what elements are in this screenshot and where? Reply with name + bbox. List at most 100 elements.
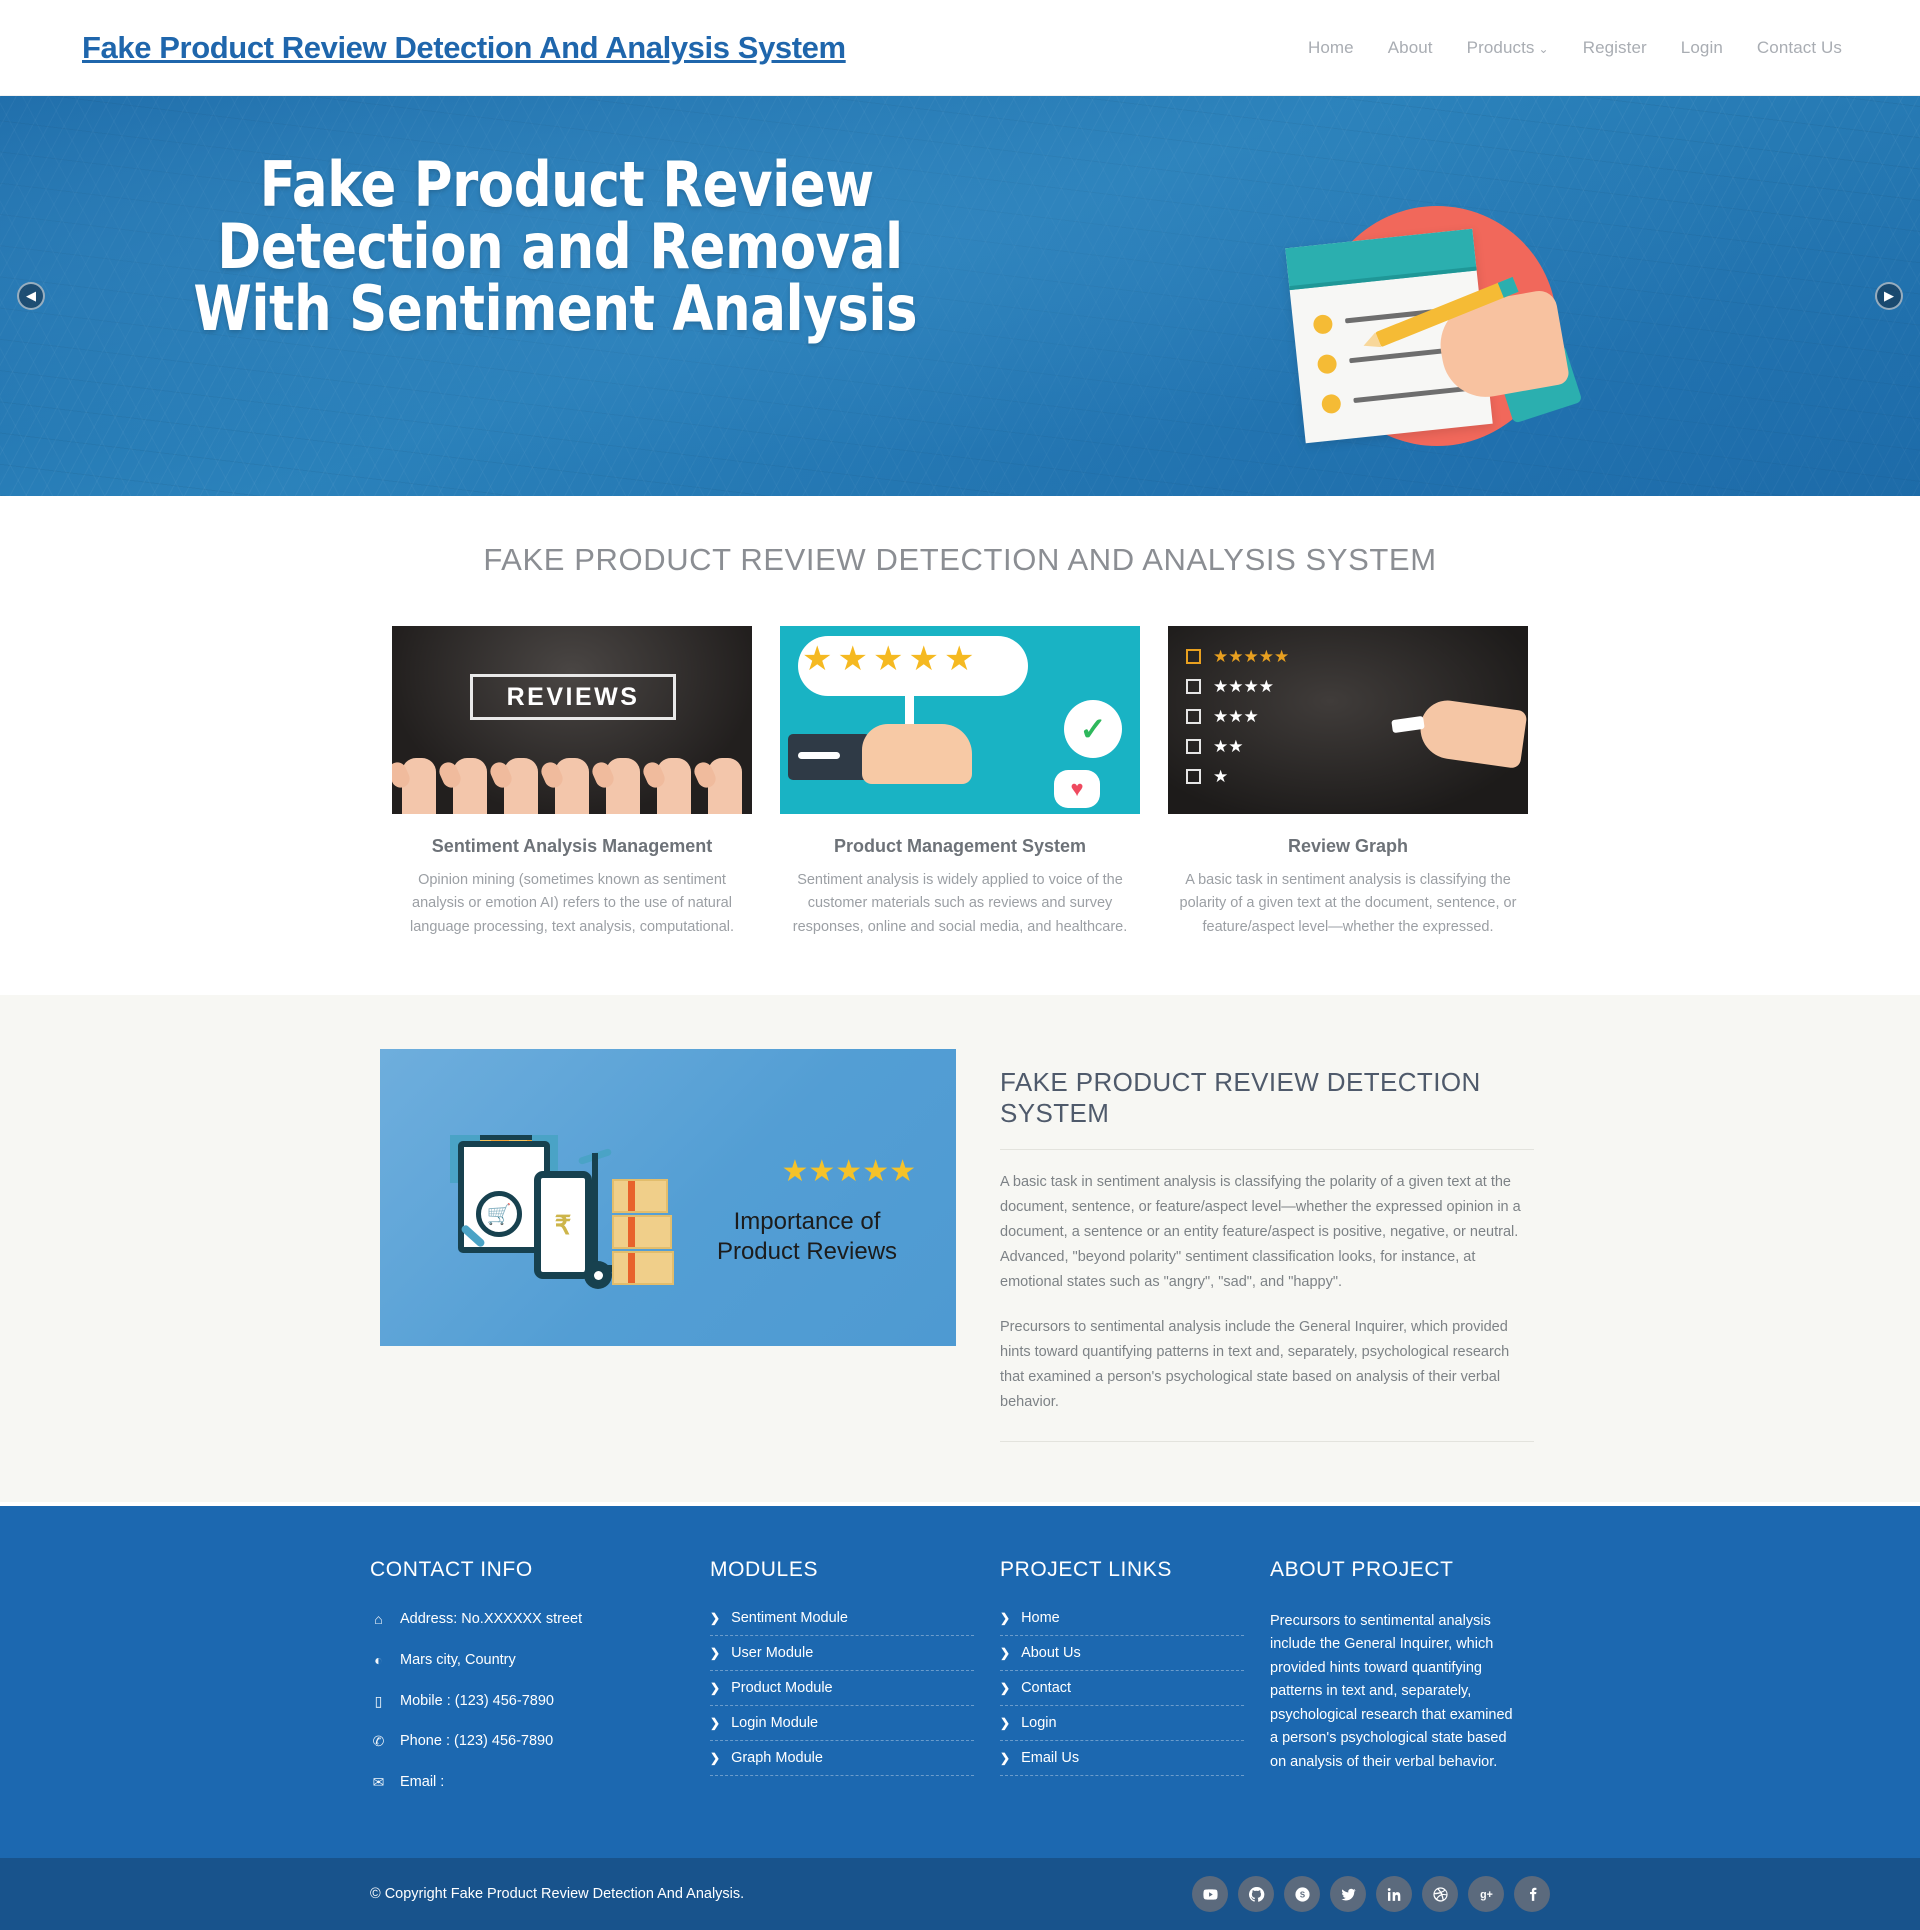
about-title: FAKE PRODUCT REVIEW DETECTION SYSTEM	[1000, 1067, 1534, 1151]
illustration-textline-3	[1353, 385, 1472, 404]
contact-address: ⌂ Address: No.XXXXXX street	[370, 1610, 684, 1629]
footer-link-label: Sentiment Module	[731, 1609, 848, 1626]
footer-link-label: Email Us	[1021, 1749, 1080, 1766]
feature-card-text: Opinion mining (sometimes known as senti…	[409, 872, 735, 935]
star-icon: ★	[837, 640, 868, 678]
star-icon: ★	[943, 640, 975, 678]
feature-card-title: Product Management System	[833, 836, 1087, 856]
checkbox-checked-icon	[1186, 649, 1201, 664]
footer-link-graph-module[interactable]: ❯ Graph Module	[710, 1750, 974, 1776]
footer-modules-column: MODULES ❯ Sentiment Module ❯ User Module ❯…	[710, 1558, 1000, 1814]
chevron-down-icon: ⌄	[1538, 41, 1549, 56]
thumbs-up-icon	[708, 758, 742, 814]
thumbs-up-icon	[504, 758, 538, 814]
svg-text:S: S	[1299, 1890, 1304, 1899]
checkbox-icon	[1186, 739, 1201, 754]
hero-illustration	[1285, 206, 1583, 461]
heart-icon: ♥	[1054, 770, 1100, 808]
star-icon: ★★★★	[1213, 677, 1274, 696]
nav-item-contact-us[interactable]: Contact Us	[1757, 38, 1842, 58]
chevron-right-icon: ❯	[710, 1680, 721, 1695]
feature-card-review-graph[interactable]: ★★★★★ ★★★★ ★★★ ★★ ★ Review Graph A basic…	[1168, 626, 1528, 939]
feature-card-sentiment-analysis[interactable]: REVIEWS Sentiment Analysis Management Op…	[392, 626, 752, 939]
phone-icon: ✆	[372, 1733, 385, 1750]
site-logo[interactable]: Fake Product Review Detection And Analys…	[82, 30, 846, 66]
skype-icon[interactable]: S	[1284, 1876, 1320, 1913]
footer-link-label: Login	[1021, 1714, 1057, 1731]
star-icon: ★	[908, 640, 939, 678]
contact-city-text: Mars city, Country	[400, 1651, 516, 1668]
star-icon: ★★★	[1213, 707, 1259, 726]
about-image-caption-line-1: Importance of	[733, 1208, 881, 1236]
chevron-right-icon: ❯	[1000, 1680, 1011, 1695]
contact-phone-text: Phone : (123) 456-7890	[400, 1733, 554, 1750]
chevron-right-icon: ❯	[710, 1645, 721, 1660]
nav-item-about[interactable]: About	[1388, 38, 1433, 58]
hero-title: Fake Product Review Detection and Remova…	[142, 154, 978, 340]
carousel-next-button[interactable]: ▶	[1875, 282, 1903, 310]
svg-text:g+: g+	[1480, 1889, 1493, 1901]
nav-item-home[interactable]: Home	[1308, 38, 1354, 58]
feature-card-image-product: ★ ★ ★ ★ ★ ✓ ♥	[780, 626, 1140, 814]
chevron-right-icon: ❯	[710, 1610, 721, 1625]
social-links: S g+	[1192, 1876, 1550, 1913]
youtube-icon[interactable]	[1192, 1876, 1228, 1913]
footer-link-about-us[interactable]: ❯ About Us	[1000, 1645, 1244, 1671]
rating-row-5: ★★★★★	[1186, 648, 1289, 665]
nav-item-login[interactable]: Login	[1681, 38, 1723, 58]
package-box-icon	[612, 1179, 668, 1214]
footer-link-email-us[interactable]: ❯ Email Us	[1000, 1750, 1244, 1776]
footer-about-title: ABOUT PROJECT	[1270, 1557, 1454, 1581]
footer-link-label: About Us	[1021, 1644, 1081, 1661]
footer-link-login-module[interactable]: ❯ Login Module	[710, 1715, 974, 1741]
thumbs-up-icon	[402, 758, 436, 814]
star-icon: ★	[872, 640, 904, 678]
footer-link-label: Login Module	[731, 1714, 819, 1731]
dribbble-icon[interactable]	[1422, 1876, 1458, 1913]
googleplus-icon[interactable]: g+	[1468, 1876, 1504, 1913]
mobile-icon: ▯	[374, 1692, 383, 1709]
feature-cards: REVIEWS Sentiment Analysis Management Op…	[0, 626, 1920, 939]
features-section-title: FAKE PRODUCT REVIEW DETECTION AND ANALYS…	[483, 542, 1437, 577]
footer-link-label: Home	[1021, 1609, 1060, 1626]
feature-card-text: Sentiment analysis is widely applied to …	[792, 872, 1128, 935]
star-icon: ★	[1213, 767, 1229, 786]
site-footer: CONTACT INFO ⌂ Address: No.XXXXXX street…	[0, 1501, 1920, 1859]
footer-link-label: Graph Module	[731, 1749, 823, 1766]
footer-link-user-module[interactable]: ❯ User Module	[710, 1645, 974, 1671]
contact-email: ✉ Email :	[370, 1773, 684, 1792]
thumbs-up-hands	[402, 748, 742, 814]
linkedin-icon[interactable]	[1376, 1876, 1412, 1913]
reviews-banner: REVIEWS	[470, 674, 676, 720]
hero-slide: Fake Product Review Detection and Remova…	[0, 96, 1920, 496]
feature-card-title: Review Graph	[1287, 836, 1409, 856]
chevron-right-icon: ❯	[1000, 1750, 1011, 1765]
feature-card-product-management[interactable]: ★ ★ ★ ★ ★ ✓ ♥ Product Management System …	[780, 626, 1140, 939]
about-image-caption: Importance of Product Reviews	[692, 1207, 922, 1267]
thumbs-up-icon	[606, 758, 640, 814]
about-content: FAKE PRODUCT REVIEW DETECTION SYSTEM A b…	[976, 1049, 1540, 1442]
nav-item-products[interactable]: Products ⌄	[1467, 38, 1549, 58]
site-header: Fake Product Review Detection And Analys…	[0, 0, 1920, 96]
handtruck-frame	[592, 1153, 598, 1272]
twitter-icon[interactable]	[1330, 1876, 1366, 1913]
chevron-right-icon: ❯	[710, 1750, 721, 1765]
about-paragraph-2: Precursors to sentimental analysis inclu…	[1000, 1319, 1510, 1410]
reviews-banner-text: REVIEWS	[506, 682, 640, 711]
footer-contact-column: CONTACT INFO ⌂ Address: No.XXXXXX street…	[370, 1558, 710, 1814]
footer-link-home[interactable]: ❯ Home	[1000, 1610, 1244, 1636]
footer-links-title: PROJECT LINKS	[1000, 1557, 1172, 1581]
mobile-phone-icon: ₹	[534, 1171, 592, 1280]
contact-phone: ✆ Phone : (123) 456-7890	[370, 1732, 684, 1751]
footer-link-sentiment-module[interactable]: ❯ Sentiment Module	[710, 1610, 974, 1636]
box-tape	[628, 1253, 635, 1284]
footer-link-login[interactable]: ❯ Login	[1000, 1715, 1244, 1741]
rating-row-4: ★★★★	[1186, 678, 1274, 695]
github-icon[interactable]	[1238, 1876, 1274, 1913]
carousel-prev-button[interactable]: ◀	[17, 282, 45, 310]
about-divider	[1000, 1440, 1534, 1442]
nav-item-register[interactable]: Register	[1583, 38, 1647, 58]
facebook-icon[interactable]	[1514, 1876, 1550, 1913]
nav-item-products-label: Products	[1466, 37, 1535, 57]
thumbs-up-hand-icon	[862, 724, 972, 784]
